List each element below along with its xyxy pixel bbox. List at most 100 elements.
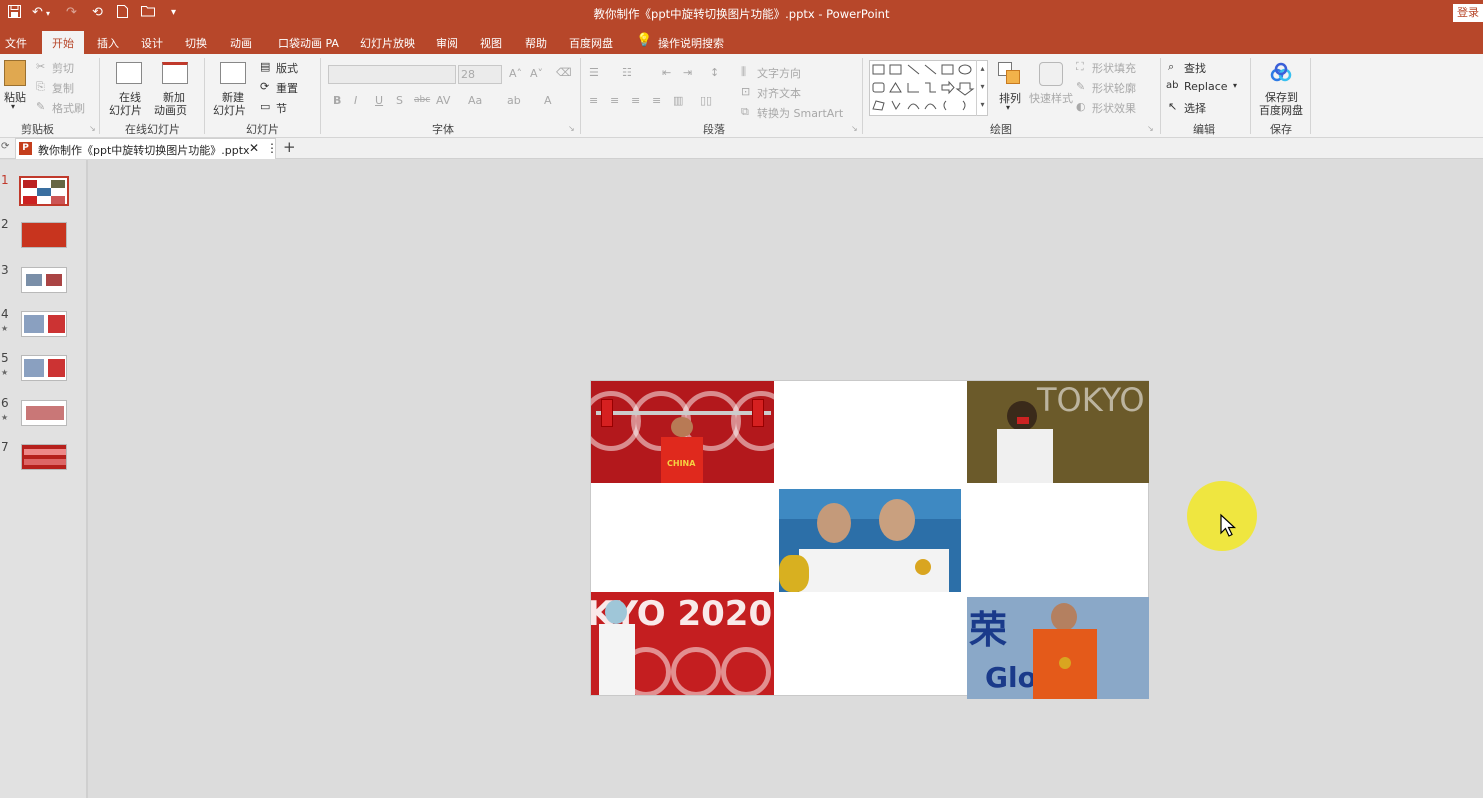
columns-icon[interactable]: ▯▯	[700, 94, 712, 107]
underline-icon[interactable]: U	[375, 94, 383, 107]
document-tab[interactable]: P 教你制作《ppt中旋转切换图片功能》.pptx ✕ ⋮	[15, 138, 278, 159]
slide-thumbnail-4[interactable]	[21, 311, 67, 337]
shape-outline-button[interactable]: 形状轮廓	[1092, 80, 1136, 96]
new-animation-label-b[interactable]: 动画页	[154, 102, 187, 118]
shapes-gallery[interactable]	[869, 60, 988, 116]
shape-fill-button[interactable]: 形状填充	[1092, 60, 1136, 76]
paste-dropdown-icon[interactable]: ▾	[11, 102, 15, 111]
replace-icon[interactable]: ab	[1166, 80, 1178, 91]
quick-styles-button[interactable]: 快速样式	[1029, 90, 1073, 106]
text-direction-button[interactable]: 文字方向	[757, 65, 801, 81]
save-to-baidu-label-b[interactable]: 百度网盘	[1259, 102, 1303, 118]
close-tab-icon[interactable]: ✕	[249, 141, 259, 155]
new-tab-icon[interactable]: +	[283, 138, 296, 156]
bold-icon[interactable]: B	[333, 94, 341, 107]
slide-thumbnail-2[interactable]	[21, 222, 67, 248]
tab-transitions[interactable]: 切换	[185, 35, 207, 51]
layout-button[interactable]: 版式	[276, 60, 298, 76]
layout-icon[interactable]: ▤	[260, 60, 270, 73]
arrange-icon[interactable]	[998, 62, 1020, 84]
format-painter-button[interactable]: 格式刷	[52, 100, 85, 116]
strikethrough-icon[interactable]: abc	[414, 95, 430, 105]
smartart-icon[interactable]: ⧉	[741, 105, 749, 119]
char-spacing-icon[interactable]: AV	[436, 94, 450, 107]
slide-thumbnail-6[interactable]	[21, 400, 67, 426]
photo-divers-duo[interactable]	[779, 489, 961, 592]
align-text-button[interactable]: 对齐文本	[757, 85, 801, 101]
bullets-icon[interactable]: ☰	[589, 66, 599, 79]
tab-pocket-animation[interactable]: 口袋动画 PA	[278, 35, 339, 51]
align-text-icon[interactable]: ⊡	[741, 85, 750, 98]
tab-baidu-netdisk[interactable]: 百度网盘	[569, 35, 613, 51]
tab-insert[interactable]: 插入	[97, 35, 119, 51]
slide-canvas[interactable]: CHINA TOKYO 20 KYO 2020 荣 Glo	[590, 380, 1149, 699]
highlight-icon[interactable]: ab	[507, 94, 521, 107]
slide-thumbnail-1[interactable]	[19, 176, 69, 206]
slide-thumbnail-5[interactable]	[21, 355, 67, 381]
copy-button[interactable]: 复制	[52, 80, 74, 96]
shape-outline-icon[interactable]: ✎	[1076, 80, 1085, 93]
shapes-gallery-scroll[interactable]: ▴ ▾ ▾	[976, 60, 988, 116]
tab-file[interactable]: 文件	[5, 35, 27, 51]
slide-thumbnail-3[interactable]	[21, 267, 67, 293]
tab-slideshow[interactable]: 幻灯片放映	[360, 35, 415, 51]
numbering-icon[interactable]: ☷	[622, 66, 632, 79]
font-family-select[interactable]	[328, 65, 456, 84]
cut-button[interactable]: 剪切	[52, 60, 74, 76]
change-case-icon[interactable]: Aa	[468, 94, 482, 107]
photo-shooter-gesture[interactable]: TOKYO 20	[967, 381, 1149, 483]
copy-icon[interactable]: ⎘	[36, 80, 45, 94]
find-icon[interactable]: ⌕	[1168, 60, 1174, 74]
photo-weightlifter[interactable]: CHINA	[591, 381, 774, 483]
justify-icon[interactable]: ≡	[652, 94, 661, 107]
select-icon[interactable]: ↖	[1168, 100, 1177, 113]
italic-icon[interactable]: I	[354, 94, 357, 107]
decrease-font-icon[interactable]: A˅	[530, 67, 543, 80]
convert-smartart-button[interactable]: 转换为 SmartArt	[757, 105, 843, 121]
align-left-icon[interactable]: ≡	[589, 94, 598, 107]
tell-me-search[interactable]: 操作说明搜索	[658, 35, 724, 51]
arrange-dropdown-icon[interactable]: ▾	[1006, 103, 1010, 112]
find-button[interactable]: 查找	[1184, 60, 1206, 76]
cut-icon[interactable]: ✂	[36, 60, 45, 73]
shape-fill-icon[interactable]: ⛶	[1076, 60, 1084, 74]
text-direction-icon[interactable]: ⫼	[741, 65, 746, 79]
online-slide-label-b[interactable]: 幻灯片	[109, 102, 142, 118]
baidu-netdisk-icon[interactable]	[1268, 62, 1294, 84]
replace-button[interactable]: Replace	[1184, 80, 1228, 93]
tab-home[interactable]: 开始	[42, 31, 84, 54]
shadow-icon[interactable]: S	[396, 94, 403, 107]
clipboard-launcher-icon[interactable]: ↘	[89, 124, 96, 133]
new-slide-label-b[interactable]: 幻灯片	[213, 102, 246, 118]
distributed-icon[interactable]: ▥	[673, 94, 683, 107]
tab-options-icon[interactable]: ⋮	[266, 141, 278, 155]
photo-athlete-podium[interactable]: KYO 2020	[591, 592, 774, 695]
tab-animations[interactable]: 动画	[230, 35, 252, 51]
slide-thumbnail-7[interactable]	[21, 444, 67, 470]
paste-icon[interactable]	[4, 60, 26, 86]
line-spacing-icon[interactable]: ↕	[710, 66, 719, 79]
format-painter-icon[interactable]: ✎	[36, 100, 45, 113]
section-button[interactable]: 节	[276, 100, 287, 116]
align-center-icon[interactable]: ≡	[610, 94, 619, 107]
select-button[interactable]: 选择	[1184, 100, 1206, 116]
tab-view[interactable]: 视图	[480, 35, 502, 51]
decrease-indent-icon[interactable]: ⇤	[662, 66, 671, 79]
shape-effects-icon[interactable]: ◐	[1076, 100, 1086, 113]
section-icon[interactable]: ▭	[260, 100, 270, 113]
tab-review[interactable]: 审阅	[436, 35, 458, 51]
font-launcher-icon[interactable]: ↘	[568, 124, 575, 133]
tab-overflow-icon[interactable]: ⟳	[1, 141, 9, 152]
tab-help[interactable]: 帮助	[525, 35, 547, 51]
font-size-select[interactable]: 28	[458, 65, 502, 84]
font-color-icon[interactable]: A	[544, 94, 552, 107]
new-slide-icon[interactable]	[220, 62, 246, 84]
reset-button[interactable]: 重置	[276, 80, 298, 96]
reset-icon[interactable]: ⟳	[260, 80, 269, 93]
increase-indent-icon[interactable]: ⇥	[683, 66, 692, 79]
drawing-launcher-icon[interactable]: ↘	[1147, 124, 1154, 133]
align-right-icon[interactable]: ≡	[631, 94, 640, 107]
paragraph-launcher-icon[interactable]: ↘	[851, 124, 858, 133]
replace-dropdown-icon[interactable]: ▾	[1233, 81, 1237, 90]
quick-styles-icon[interactable]	[1039, 62, 1063, 86]
